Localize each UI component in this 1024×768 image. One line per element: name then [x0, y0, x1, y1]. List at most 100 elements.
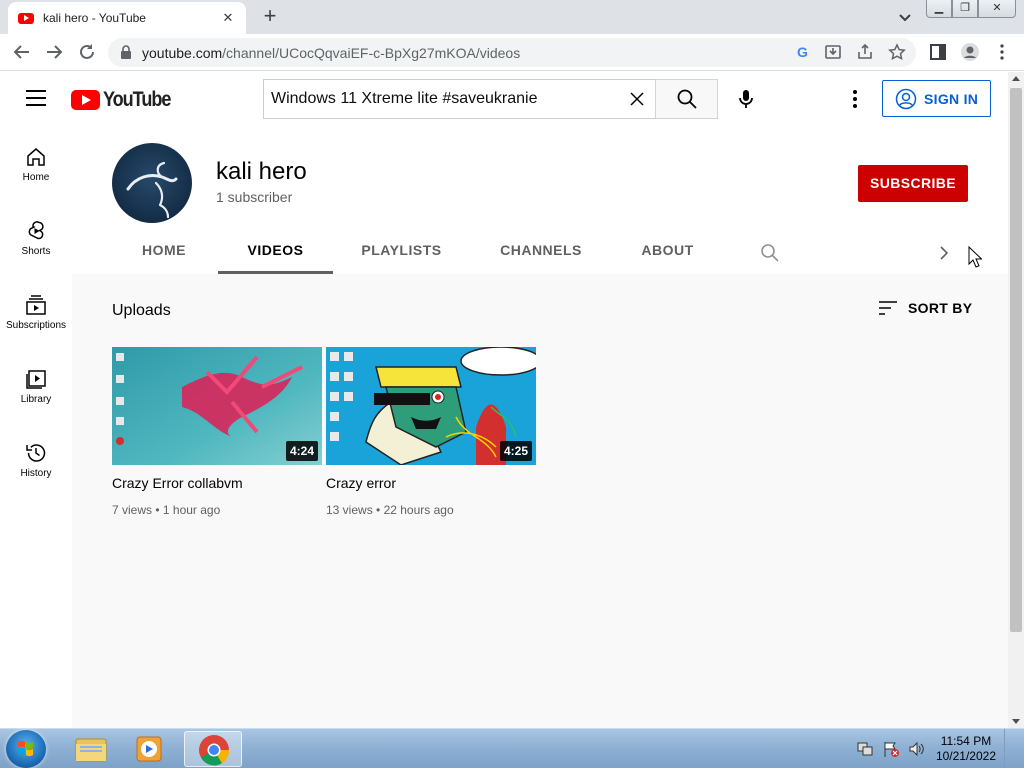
reload-icon[interactable]: [77, 42, 97, 62]
clock-time: 11:54 PM: [940, 734, 992, 748]
channel-search-icon[interactable]: [760, 243, 780, 263]
taskbar-chrome[interactable]: [184, 731, 242, 767]
svg-text:G: G: [797, 44, 808, 60]
scroll-up-icon[interactable]: [1012, 76, 1020, 81]
mini-guide: Home Shorts Subscriptions Library Histor…: [0, 128, 72, 728]
video-thumbnail[interactable]: 4:25: [326, 347, 536, 465]
mouse-cursor-icon: [968, 246, 982, 268]
search-query-text: Windows 11 Xtreme lite #saveukranie: [271, 90, 538, 107]
tab-title: kali hero - YouTube: [43, 11, 146, 25]
profile-icon[interactable]: [960, 42, 980, 62]
view-count: 7 views: [112, 503, 153, 517]
channel-name: kali hero: [216, 158, 307, 185]
upload-age: 22 hours ago: [383, 503, 454, 517]
guide-label: History: [20, 468, 52, 479]
history-icon: [26, 444, 46, 462]
google-icon[interactable]: G: [794, 43, 812, 61]
video-metadata: 7 views • 1 hour ago: [112, 503, 221, 517]
media-player-icon: [136, 736, 162, 762]
clock-date: 10/21/2022: [935, 749, 996, 763]
guide-label: Subscriptions: [5, 320, 67, 331]
volume-icon[interactable]: [908, 740, 926, 758]
scroll-down-icon[interactable]: [1012, 719, 1020, 724]
guide-label: Library: [20, 394, 52, 405]
library-icon: [26, 370, 46, 389]
sign-in-button[interactable]: SIGN IN: [882, 80, 991, 117]
forward-icon[interactable]: [44, 42, 64, 62]
chevron-right-icon[interactable]: [934, 243, 954, 263]
video-duration: 4:24: [285, 441, 318, 461]
uploads-heading: Uploads: [112, 302, 171, 319]
video-card[interactable]: 4:24 Crazy Error collabvm 7 views • 1 ho…: [112, 347, 322, 517]
network-icon[interactable]: [856, 740, 874, 758]
youtube-masthead: YouTube Windows 11 Xtreme lite #saveukra…: [0, 72, 1008, 128]
back-icon[interactable]: [12, 42, 32, 62]
search-input[interactable]: Windows 11 Xtreme lite #saveukranie: [263, 79, 655, 119]
channel-header: kali hero 1 subscriber SUBSCRIBE HOME VI…: [72, 128, 1008, 274]
guide-item-shorts[interactable]: Shorts: [0, 208, 72, 278]
tab-close-icon[interactable]: ✕: [220, 10, 236, 26]
video-title[interactable]: Crazy Error collabvm: [112, 475, 322, 491]
channel-page: kali hero 1 subscriber SUBSCRIBE HOME VI…: [72, 128, 1008, 728]
tab-home[interactable]: HOME: [112, 231, 216, 274]
restore-button[interactable]: ❐: [952, 0, 978, 18]
minimize-button[interactable]: ▁: [926, 0, 952, 18]
side-panel-icon[interactable]: [928, 42, 948, 62]
taskbar-clock[interactable]: 11:54 PM 10/21/2022: [936, 734, 996, 764]
channel-avatar[interactable]: [112, 143, 192, 223]
home-icon: [27, 148, 45, 166]
settings-menu-icon[interactable]: [843, 87, 867, 111]
search-button[interactable]: [655, 79, 718, 119]
browser-toolbar: youtube.com/channel/UCocQqvaiEF-c-BpXg27…: [0, 34, 1024, 71]
new-tab-button[interactable]: +: [258, 4, 282, 28]
address-bar[interactable]: youtube.com/channel/UCocQqvaiEF-c-BpXg27…: [108, 38, 916, 67]
taskbar-explorer[interactable]: [62, 731, 120, 767]
search-icon: [677, 89, 697, 109]
youtube-play-icon: [71, 90, 100, 110]
tab-playlists[interactable]: PLAYLISTS: [333, 231, 470, 274]
youtube-favicon-icon: [18, 12, 34, 24]
sort-by-button[interactable]: SORT BY: [878, 300, 972, 316]
youtube-logo[interactable]: YouTube: [71, 88, 181, 112]
video-thumbnail[interactable]: 4:24: [112, 347, 322, 465]
share-icon[interactable]: [856, 43, 874, 61]
page-scrollbar[interactable]: [1008, 72, 1024, 728]
tab-search-icon[interactable]: [896, 8, 914, 26]
window-controls: ▁ ❐ ✕: [926, 0, 1016, 18]
system-tray: 11:54 PM 10/21/2022: [856, 729, 1018, 768]
sort-icon: [879, 301, 897, 315]
sign-in-label: SIGN IN: [924, 90, 979, 107]
video-duration: 4:25: [499, 441, 532, 461]
tab-about[interactable]: ABOUT: [612, 231, 723, 274]
action-center-flag-icon[interactable]: [882, 740, 900, 758]
lock-icon[interactable]: [120, 45, 132, 59]
close-window-button[interactable]: ✕: [978, 0, 1016, 18]
url-text: youtube.com/channel/UCocQqvaiEF-c-BpXg27…: [142, 45, 521, 61]
windows-logo-icon: [18, 740, 33, 757]
browser-tab[interactable]: kali hero - YouTube ✕: [8, 2, 246, 34]
view-count: 13 views: [326, 503, 373, 517]
subscriber-count: 1 subscriber: [216, 189, 293, 205]
show-desktop-button[interactable]: [1004, 729, 1018, 768]
chrome-menu-icon[interactable]: [992, 42, 1012, 62]
video-card[interactable]: 4:25 Crazy error 13 views • 22 hours ago: [326, 347, 536, 517]
subscribe-button[interactable]: SUBSCRIBE: [858, 165, 968, 202]
microphone-icon[interactable]: [734, 87, 758, 111]
scrollbar-thumb[interactable]: [1010, 88, 1022, 632]
video-title[interactable]: Crazy error: [326, 475, 536, 491]
guide-item-subscriptions[interactable]: Subscriptions: [0, 282, 72, 352]
clear-search-icon[interactable]: [629, 91, 645, 107]
taskbar-media-player[interactable]: [120, 731, 178, 767]
install-icon[interactable]: [824, 43, 842, 61]
guide-item-library[interactable]: Library: [0, 356, 72, 426]
kali-dragon-icon: [126, 161, 178, 219]
start-button[interactable]: [6, 730, 46, 768]
guide-menu-icon[interactable]: [26, 90, 46, 106]
guide-label: Shorts: [21, 246, 51, 257]
guide-item-history[interactable]: History: [0, 430, 72, 500]
guide-item-home[interactable]: Home: [0, 134, 72, 204]
tab-channels[interactable]: CHANNELS: [470, 231, 612, 274]
bookmark-star-icon[interactable]: [888, 43, 906, 61]
tab-videos[interactable]: VIDEOS: [218, 231, 333, 274]
upload-age: 1 hour ago: [162, 503, 221, 517]
